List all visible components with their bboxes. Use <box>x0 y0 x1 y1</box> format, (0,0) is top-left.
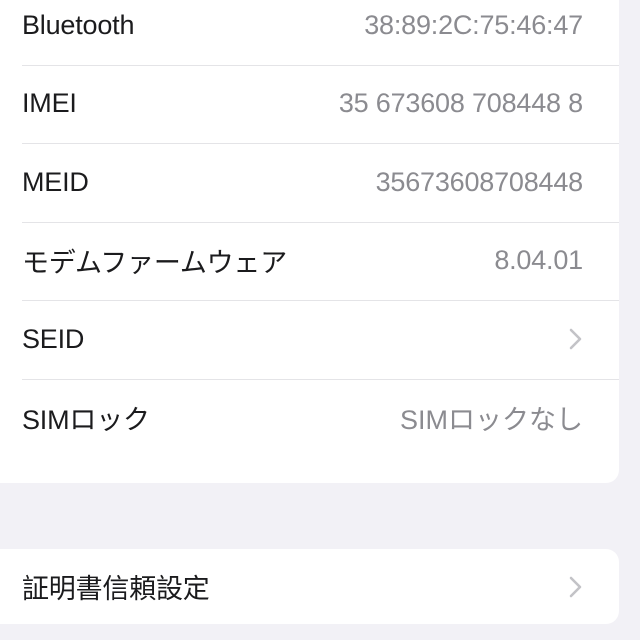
row-label: モデムファームウェア <box>22 248 288 279</box>
row-label: SIMロック <box>22 405 150 436</box>
settings-about-screen: Bluetooth 38:89:2C:75:46:47 IMEI 35 6736… <box>0 0 640 640</box>
settings-row-meid[interactable]: MEID 35673608708448 <box>0 143 619 222</box>
row-label: SEID <box>22 323 85 354</box>
row-value: 35673608708448 <box>375 166 584 197</box>
row-value: SIMロックなし <box>399 405 583 436</box>
row-value: 35 673608 708448 8 <box>338 88 583 119</box>
chevron-right-icon <box>567 573 583 601</box>
settings-row-seid[interactable]: SEID <box>0 300 619 379</box>
row-label: IMEI <box>22 88 77 119</box>
row-label: Bluetooth <box>22 9 135 40</box>
settings-row-bluetooth[interactable]: Bluetooth 38:89:2C:75:46:47 <box>0 0 619 65</box>
settings-row-certificate-trust-settings[interactable]: 証明書信頼設定 <box>0 549 619 624</box>
settings-row-modem-firmware[interactable]: モデムファームウェア 8.04.01 <box>0 221 619 301</box>
row-value: 8.04.01 <box>494 245 583 276</box>
row-value: 38:89:2C:75:46:47 <box>364 9 583 40</box>
chevron-right-icon <box>567 325 583 353</box>
settings-row-sim-lock[interactable]: SIMロック SIMロックなし <box>0 378 619 458</box>
settings-row-imei[interactable]: IMEI 35 673608 708448 8 <box>0 64 619 144</box>
certificate-section: 証明書信頼設定 <box>0 549 619 624</box>
device-info-section: Bluetooth 38:89:2C:75:46:47 IMEI 35 6736… <box>0 0 619 483</box>
row-label: MEID <box>22 166 89 197</box>
row-label: 証明書信頼設定 <box>22 574 210 604</box>
